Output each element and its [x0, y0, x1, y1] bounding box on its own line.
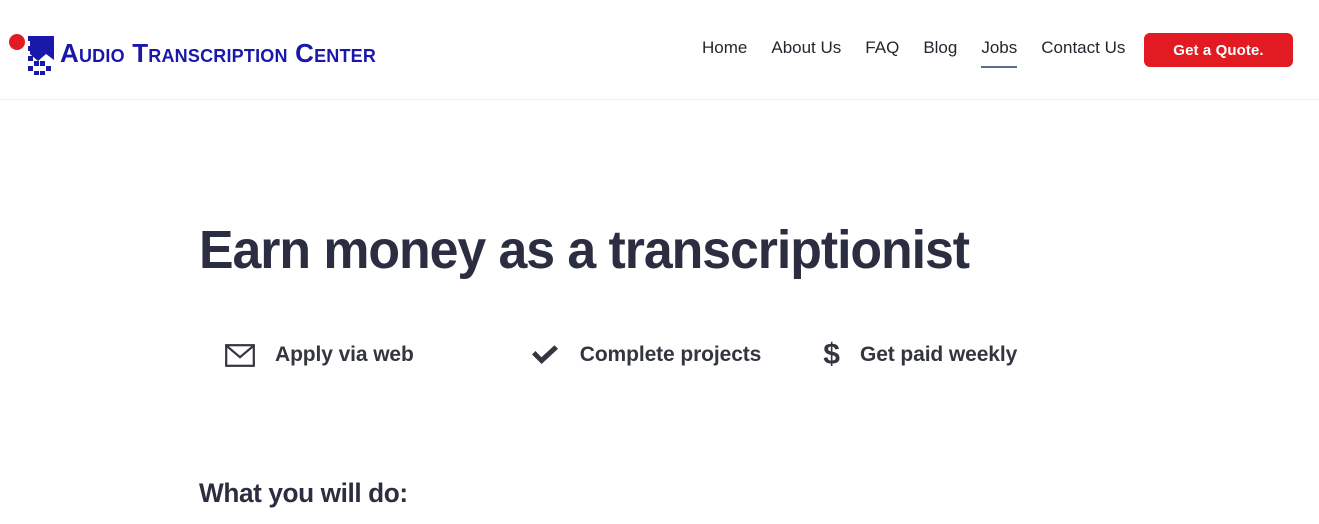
- sub-heading: What you will do:: [199, 478, 408, 508]
- feature-label-get-paid-weekly: Get paid weekly: [859, 343, 1018, 366]
- nav-item-contact-us[interactable]: Contact Us: [1029, 32, 1137, 68]
- feature-apply-via-web: Apply via web: [225, 343, 414, 367]
- nav-item-blog[interactable]: Blog: [911, 32, 969, 68]
- feature-get-paid-weekly: $ Get paid weekly: [823, 340, 1017, 370]
- audio-transcription-center-logo-icon: [9, 34, 54, 75]
- nav-item-jobs[interactable]: Jobs: [969, 32, 1029, 69]
- page-title: Earn money as a transcriptionist: [199, 220, 970, 280]
- dollar-sign-icon: $: [823, 340, 840, 370]
- dollar-sign-glyph: $: [823, 338, 840, 371]
- nav-item-home[interactable]: Home: [690, 32, 759, 68]
- logo-text: Audio Transcription Center: [60, 38, 377, 68]
- nav-item-faq[interactable]: FAQ: [853, 32, 911, 68]
- feature-complete-projects: Complete projects: [530, 343, 762, 367]
- check-icon: [530, 343, 560, 367]
- logo-mark: [8, 30, 58, 76]
- main-nav: Home About Us FAQ Blog Jobs Contact Us: [690, 0, 1137, 100]
- nav-item-about-us[interactable]: About Us: [759, 32, 853, 68]
- envelope-icon: [225, 343, 255, 367]
- feature-label-complete-projects: Complete projects: [579, 343, 762, 366]
- site-header: Audio Transcription Center Home About Us…: [0, 0, 1319, 100]
- feature-row: Apply via web Complete projects $ Get pa…: [225, 340, 1017, 370]
- get-a-quote-button[interactable]: Get a Quote.: [1144, 33, 1293, 67]
- logo-link[interactable]: Audio Transcription Center: [8, 30, 376, 76]
- feature-label-apply-via-web: Apply via web: [275, 343, 414, 366]
